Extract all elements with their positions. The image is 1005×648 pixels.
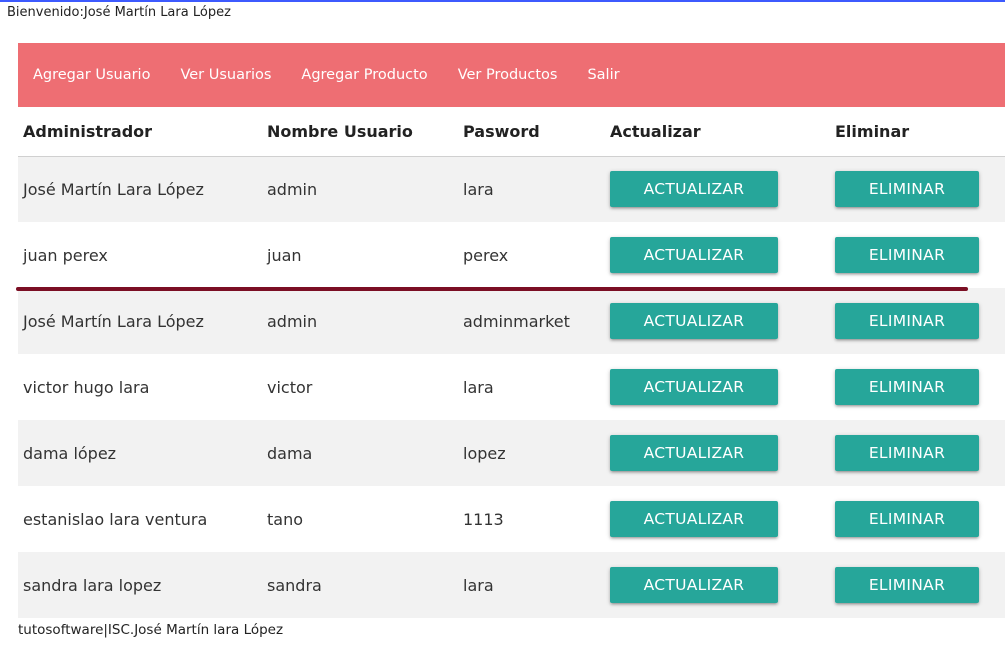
cell-actualizar: ACTUALIZAR	[605, 486, 830, 552]
cell-actualizar: ACTUALIZAR	[605, 552, 830, 618]
delete-button[interactable]: ELIMINAR	[835, 369, 979, 405]
table-row: José Martín Lara López admin adminmarket AC…	[18, 288, 1005, 354]
cell-actualizar: ACTUALIZAR	[605, 288, 830, 354]
update-button[interactable]: ACTUALIZAR	[610, 369, 778, 405]
table-row: dama lópez dama lopez ACTUALIZAR ELIMINAR	[18, 420, 1005, 486]
cell-actualizar: ACTUALIZAR	[605, 156, 830, 222]
cell-actualizar: ACTUALIZAR	[605, 222, 830, 288]
cell-eliminar: ELIMINAR	[830, 156, 1005, 222]
cell-nombre-usuario: dama	[267, 443, 313, 463]
table-row: estanislao lara ventura tano 1113 ACTUALIZA…	[18, 486, 1005, 552]
delete-button[interactable]: ELIMINAR	[835, 435, 979, 471]
cell-eliminar: ELIMINAR	[830, 486, 1005, 552]
cell-password: lara	[463, 179, 494, 199]
delete-button[interactable]: ELIMINAR	[835, 567, 979, 603]
cell-password: 1113	[463, 509, 504, 529]
cell-actualizar: ACTUALIZAR	[605, 354, 830, 420]
delete-button[interactable]: ELIMINAR	[835, 171, 979, 208]
top-accent-line	[0, 0, 1005, 2]
nav-view-users[interactable]: Ver Usuarios	[180, 67, 271, 83]
cell-nombre-usuario: juan	[267, 245, 302, 265]
cell-eliminar: ELIMINAR	[830, 420, 1005, 486]
cell-eliminar: ELIMINAR	[830, 552, 1005, 618]
cell-administrador: estanislao lara ventura	[23, 509, 208, 529]
update-button[interactable]: ACTUALIZAR	[610, 435, 778, 471]
update-button[interactable]: ACTUALIZAR	[610, 237, 778, 273]
nav-view-products[interactable]: Ver Productos	[458, 67, 558, 83]
cell-administrador: dama lópez	[23, 443, 117, 463]
delete-button[interactable]: ELIMINAR	[835, 501, 979, 537]
main-nav: Agregar Usuario Ver Usuarios Agregar Pro…	[18, 43, 1005, 107]
cell-administrador: victor hugo lara	[23, 377, 150, 397]
cell-nombre-usuario: admin	[267, 179, 318, 199]
table-row: juan perex juan perex ACTUALIZAR ELIMINAR	[18, 222, 1005, 288]
table-row: José Martín Lara López admin lara ACTUALIZA…	[18, 156, 1005, 222]
cell-password: perex	[463, 245, 509, 265]
update-button[interactable]: ACTUALIZAR	[610, 171, 778, 208]
header-eliminar: Eliminar	[830, 108, 1005, 157]
cell-password: lopez	[463, 443, 506, 463]
cell-administrador: sandra lara lopez	[23, 575, 162, 595]
update-button[interactable]: ACTUALIZAR	[610, 567, 778, 603]
cell-password: lara	[463, 575, 494, 595]
table-row: victor hugo lara victor lara ACTUALIZAR ELIM…	[18, 354, 1005, 420]
welcome-text: Bienvenido:José Martín Lara López	[7, 5, 231, 20]
update-button[interactable]: ACTUALIZAR	[610, 501, 778, 537]
cell-administrador: juan perex	[23, 245, 108, 265]
header-password: Pasword	[458, 108, 605, 157]
cell-administrador: José Martín Lara López	[23, 311, 204, 331]
cell-eliminar: ELIMINAR	[830, 222, 1005, 288]
header-actualizar: Actualizar	[605, 108, 830, 157]
update-button[interactable]: ACTUALIZAR	[610, 303, 778, 339]
header-administrador: Administrador	[18, 108, 262, 157]
nav-add-product[interactable]: Agregar Producto	[301, 67, 427, 83]
cell-nombre-usuario: sandra	[267, 575, 322, 595]
cell-password: lara	[463, 377, 494, 397]
nav-logout[interactable]: Salir	[587, 67, 619, 83]
cell-nombre-usuario: admin	[267, 311, 318, 331]
header-nombre-usuario: Nombre Usuario	[262, 108, 458, 157]
red-divider-line	[16, 287, 968, 291]
cell-administrador: José Martín Lara López	[23, 179, 204, 199]
users-table: Administrador Nombre Usuario Pasword Act…	[18, 108, 1005, 618]
table-body: José Martín Lara López admin lara ACTUALIZA…	[18, 156, 1005, 618]
nav-add-user[interactable]: Agregar Usuario	[33, 67, 150, 83]
cell-nombre-usuario: victor	[267, 377, 313, 397]
footer-text: tutosoftware|ISC.José Martín lara López	[18, 622, 284, 638]
cell-actualizar: ACTUALIZAR	[605, 420, 830, 486]
cell-eliminar: ELIMINAR	[830, 354, 1005, 420]
cell-eliminar: ELIMINAR	[830, 288, 1005, 354]
delete-button[interactable]: ELIMINAR	[835, 303, 979, 339]
table-header-row: Administrador Nombre Usuario Pasword Act…	[18, 108, 1005, 157]
cell-nombre-usuario: tano	[267, 509, 304, 529]
cell-password: adminmarket	[463, 311, 570, 331]
delete-button[interactable]: ELIMINAR	[835, 237, 979, 273]
table-row: sandra lara lopez sandra lara ACTUALIZAR ELI…	[18, 552, 1005, 618]
